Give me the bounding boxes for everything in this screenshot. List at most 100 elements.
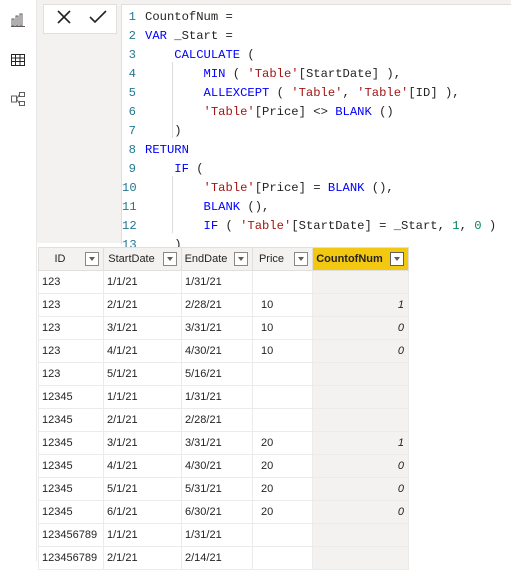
table-cell[interactable]: [252, 362, 313, 386]
column-header-label: Price: [258, 253, 285, 265]
table-cell[interactable]: 12345: [38, 431, 104, 455]
column-header-enddate[interactable]: EndDate: [181, 247, 253, 271]
table-cell[interactable]: 3/1/21: [103, 316, 182, 340]
table-cell[interactable]: 3/31/21: [181, 431, 253, 455]
code-line[interactable]: 7 ): [122, 122, 511, 141]
table-cell[interactable]: [312, 546, 409, 570]
table-cell[interactable]: [252, 523, 313, 547]
report-view-icon[interactable]: [10, 12, 26, 28]
column-header-countofnum[interactable]: CountofNum: [312, 247, 409, 271]
code-line[interactable]: 5 ALLEXCEPT ( 'Table', 'Table'[ID] ),: [122, 84, 511, 103]
code-text: IF (: [174, 162, 204, 176]
table-cell[interactable]: [252, 546, 313, 570]
table-cell[interactable]: [252, 408, 313, 432]
table-cell[interactable]: [312, 408, 409, 432]
table-cell[interactable]: 3/1/21: [103, 431, 182, 455]
table-cell[interactable]: 4/30/21: [181, 339, 253, 363]
table-cell[interactable]: 12345: [38, 385, 104, 409]
table-cell[interactable]: 20: [252, 454, 313, 478]
dax-formula-editor[interactable]: 1 CountofNum = 2 VAR _Start = 3 CALCULATE (4…: [121, 4, 511, 252]
table-cell[interactable]: 6/30/21: [181, 500, 253, 524]
filter-dropdown-icon[interactable]: [234, 252, 248, 266]
table-cell[interactable]: [312, 362, 409, 386]
table-cell[interactable]: [252, 385, 313, 409]
table-cell[interactable]: 12345: [38, 454, 104, 478]
data-view-icon[interactable]: [10, 52, 26, 68]
code-line[interactable]: 8 RETURN: [122, 141, 511, 160]
table-cell[interactable]: 5/1/21: [103, 477, 182, 501]
cancel-button[interactable]: [46, 5, 82, 33]
table-cell[interactable]: [312, 523, 409, 547]
line-number: 4: [128, 67, 136, 81]
column-header-startdate[interactable]: StartDate: [103, 247, 182, 271]
table-cell[interactable]: 123: [38, 293, 104, 317]
table-cell[interactable]: [312, 270, 409, 294]
table-cell[interactable]: 1: [312, 431, 409, 455]
table-cell[interactable]: 20: [252, 500, 313, 524]
table-cell[interactable]: 123456789: [38, 523, 104, 547]
table-cell[interactable]: 1/1/21: [103, 270, 182, 294]
table-cell[interactable]: 12345: [38, 500, 104, 524]
table-cell[interactable]: 1/1/21: [103, 385, 182, 409]
table-cell[interactable]: 123: [38, 362, 104, 386]
table-cell[interactable]: 4/1/21: [103, 454, 182, 478]
code-line[interactable]: 9 IF (: [122, 160, 511, 179]
column-header-label: StartDate: [108, 253, 155, 265]
table-cell[interactable]: 6/1/21: [103, 500, 182, 524]
line-number: 6: [128, 105, 136, 119]
code-line[interactable]: 3 CALCULATE (: [122, 46, 511, 65]
code-line[interactable]: 2 VAR _Start =: [122, 27, 511, 46]
table-cell[interactable]: 10: [252, 339, 313, 363]
code-line[interactable]: 1 CountofNum =: [122, 8, 511, 27]
commit-button[interactable]: [80, 5, 116, 33]
table-cell[interactable]: 2/28/21: [181, 293, 253, 317]
table-cell[interactable]: 0: [312, 500, 409, 524]
table-cell[interactable]: 1/31/21: [181, 385, 253, 409]
filter-dropdown-icon[interactable]: [85, 252, 99, 266]
column-header-id[interactable]: ID: [38, 247, 104, 271]
table-cell[interactable]: 10: [252, 293, 313, 317]
table-cell[interactable]: 12345: [38, 477, 104, 501]
table-cell[interactable]: 123: [38, 316, 104, 340]
table-cell[interactable]: 4/30/21: [181, 454, 253, 478]
table-cell[interactable]: 20: [252, 431, 313, 455]
code-line[interactable]: 11 BLANK (),: [122, 198, 511, 217]
filter-dropdown-icon[interactable]: [294, 252, 308, 266]
table-cell[interactable]: 123: [38, 270, 104, 294]
table-cell[interactable]: 1: [312, 293, 409, 317]
code-line[interactable]: 10 'Table'[Price] = BLANK (),: [122, 179, 511, 198]
table-cell[interactable]: 20: [252, 477, 313, 501]
table-cell[interactable]: 12345: [38, 408, 104, 432]
model-view-icon[interactable]: [10, 91, 26, 107]
table-cell[interactable]: 5/1/21: [103, 362, 182, 386]
table-cell[interactable]: 5/31/21: [181, 477, 253, 501]
table-cell[interactable]: 2/1/21: [103, 546, 182, 570]
table-cell[interactable]: 2/14/21: [181, 546, 253, 570]
table-cell[interactable]: 123: [38, 339, 104, 363]
table-cell[interactable]: [312, 385, 409, 409]
code-line[interactable]: 4 MIN ( 'Table'[StartDate] ),: [122, 65, 511, 84]
table-cell[interactable]: 3/31/21: [181, 316, 253, 340]
table-cell[interactable]: 1/1/21: [103, 523, 182, 547]
table-cell[interactable]: 1/31/21: [181, 270, 253, 294]
table-cell[interactable]: 2/28/21: [181, 408, 253, 432]
table-cell[interactable]: 10: [252, 316, 313, 340]
code-line[interactable]: 6 'Table'[Price] <> BLANK (): [122, 103, 511, 122]
table-cell[interactable]: 123456789: [38, 546, 104, 570]
table-cell[interactable]: 0: [312, 339, 409, 363]
table-cell[interactable]: 2/1/21: [103, 293, 182, 317]
column-header-price[interactable]: Price: [252, 247, 313, 271]
filter-dropdown-icon[interactable]: [390, 252, 404, 266]
filter-dropdown-icon[interactable]: [163, 252, 177, 266]
table-cell[interactable]: [252, 270, 313, 294]
table-cell[interactable]: 2/1/21: [103, 408, 182, 432]
table-cell[interactable]: 0: [312, 316, 409, 340]
table-row: 12345 2/1/21 2/28/21: [38, 408, 409, 432]
table-cell[interactable]: 4/1/21: [103, 339, 182, 363]
table-cell[interactable]: 0: [312, 454, 409, 478]
table-cell[interactable]: 0: [312, 477, 409, 501]
code-text: RETURN: [145, 143, 189, 157]
code-line[interactable]: 12 IF ( 'Table'[StartDate] = _Start, 1, …: [122, 217, 511, 236]
table-cell[interactable]: 5/16/21: [181, 362, 253, 386]
table-cell[interactable]: 1/31/21: [181, 523, 253, 547]
